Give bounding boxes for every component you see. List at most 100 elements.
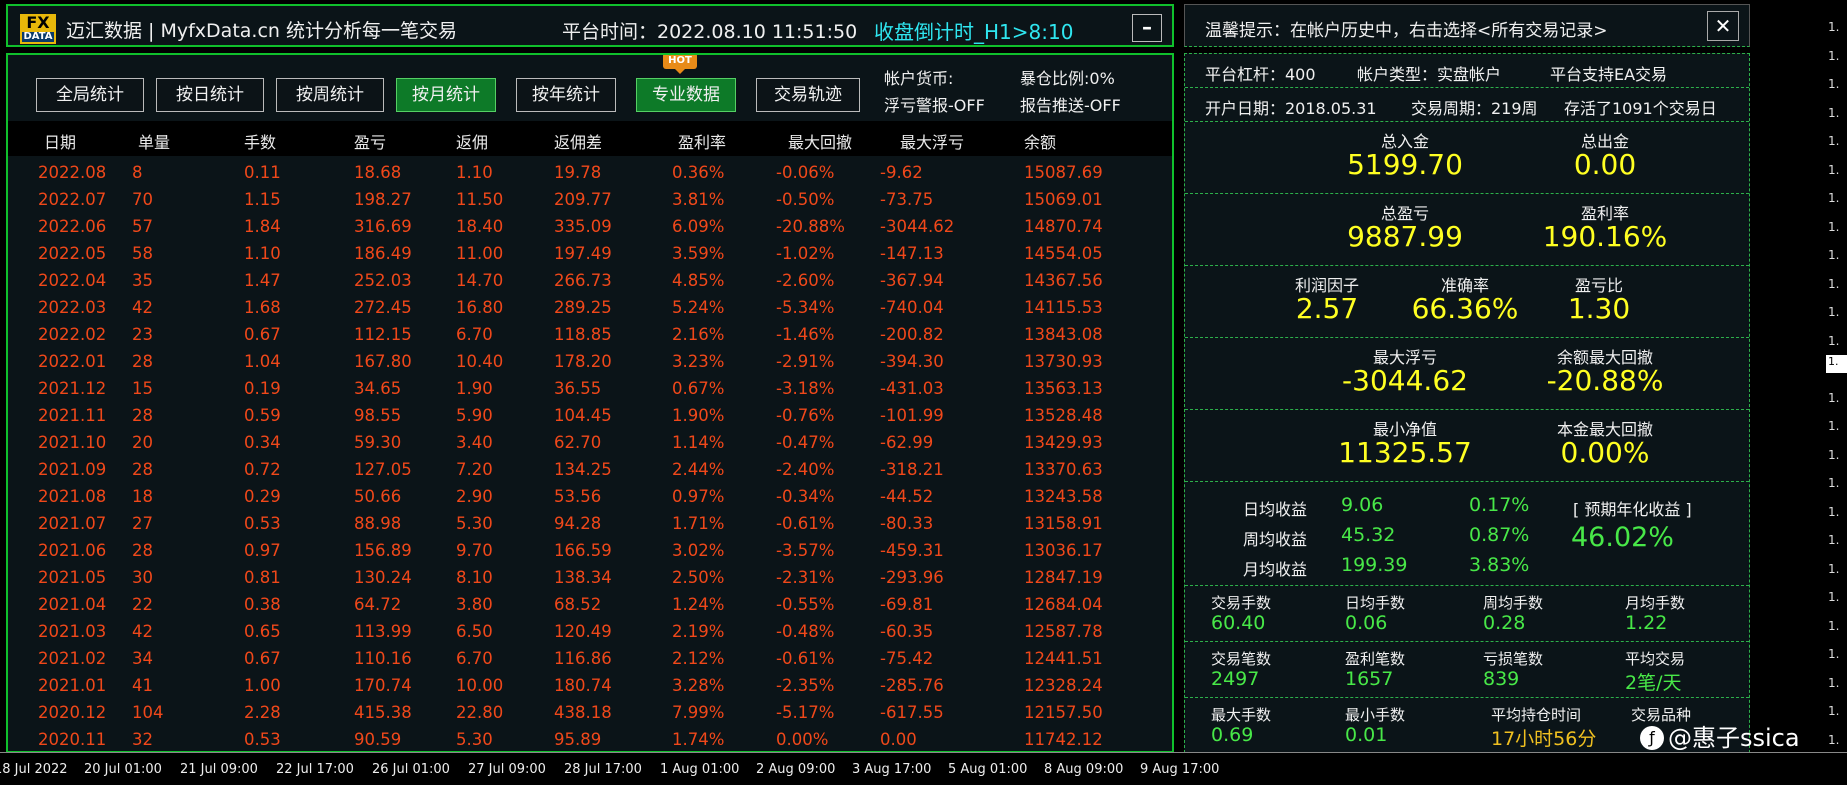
table-row[interactable]: 2022.01 28 1.04 167.80 10.40 178.20 3.23% -2.91… [8, 348, 1172, 375]
tab-pro-data[interactable]: 专业数据 [636, 78, 736, 112]
price-tick-label: 1. [1828, 191, 1840, 205]
table-row[interactable]: 2021.09 28 0.72 127.05 7.20 134.25 2.44% -2.40%… [8, 456, 1172, 483]
table-row[interactable]: 2022.03 42 1.68 272.45 16.80 289.25 5.24% -5.34… [8, 294, 1172, 321]
price-tick-label: 1. [1828, 105, 1840, 120]
time-axis[interactable]: 18 Jul 2022 20 Jul 01:00 21 Jul 09:00 22 Ju… [0, 752, 1847, 785]
cell-orders: 28 [132, 460, 153, 479]
report-push-toggle[interactable]: 报告推送-OFF [1020, 92, 1121, 116]
close-button[interactable]: ✕ [1707, 11, 1739, 41]
avg-hold-value: 17小时56分 [1491, 728, 1597, 750]
cell-max-drawdown: -0.47% [776, 433, 835, 452]
table-row[interactable]: 2021.01 41 1.00 170.74 10.00 180.74 3.28% -2.35… [8, 672, 1172, 699]
table-row[interactable]: 2021.05 30 0.81 130.24 8.10 138.34 2.50% -2.31%… [8, 564, 1172, 591]
cell-rebate-diff: 134.25 [554, 460, 612, 479]
cell-balance: 13158.91 [1024, 514, 1103, 533]
cell-rebate: 7.20 [456, 460, 493, 479]
hot-badge: HOT [663, 55, 697, 74]
cell-profit-rate: 2.50% [672, 568, 725, 587]
cell-rebate: 6.70 [456, 649, 493, 668]
drawdown-alert-toggle[interactable]: 浮亏警报-OFF [884, 92, 985, 116]
cell-max-drawdown: -2.40% [776, 460, 835, 479]
cell-profit-rate: 3.81% [672, 190, 725, 209]
time-axis-label: 9 Aug 17:00 [1140, 762, 1220, 777]
cell-rebate-diff: 180.74 [554, 676, 612, 695]
price-scale[interactable]: 1. 1. 1. 1. 1. 1. 1. 1. 1. 1. 1. 1. 1. 1. 1. 1. 1. 1. 1. 1.… [1826, 0, 1847, 760]
table-row[interactable]: 2021.11 28 0.59 98.55 5.90 104.45 1.90% -0.76% -… [8, 402, 1172, 429]
table-row[interactable]: 2021.06 28 0.97 156.89 9.70 166.59 3.02% -3.57%… [8, 537, 1172, 564]
cell-profit-rate: 2.12% [672, 649, 725, 668]
table-row[interactable]: 2021.07 27 0.53 88.98 5.30 94.28 1.71% -0.61% -8… [8, 510, 1172, 537]
table-row[interactable]: 2021.02 34 0.67 110.16 6.70 116.86 2.12% -0.61%… [8, 645, 1172, 672]
cell-orders: 35 [132, 271, 153, 290]
cell-lots: 1.47 [244, 271, 281, 290]
cell-orders: 28 [132, 541, 153, 560]
cell-lots: 0.34 [244, 433, 281, 452]
tab-trade-trace[interactable]: 交易轨迹 [756, 78, 860, 112]
weekly-return-value: 45.32 [1341, 524, 1396, 546]
cell-rebate: 1.10 [456, 163, 493, 182]
social-logo-icon: ƒ [1640, 726, 1664, 750]
cell-max-float-loss: -318.21 [880, 460, 944, 479]
weekly-lots-label: 周均手数 [1483, 594, 1544, 612]
monthly-return-value: 199.39 [1341, 554, 1408, 576]
accuracy-value: 66.36% [1411, 292, 1519, 325]
cell-lots: 0.65 [244, 622, 281, 641]
cell-profit-rate: 0.97% [672, 487, 725, 506]
cell-lots: 1.04 [244, 352, 281, 371]
table-row[interactable]: 2022.06 57 1.84 316.69 18.40 335.09 6.09% -20.8… [8, 213, 1172, 240]
table-row[interactable]: 2021.03 42 0.65 113.99 6.50 120.49 2.19% -0.48%… [8, 618, 1172, 645]
cell-rebate-diff: 94.28 [554, 514, 602, 533]
cell-date: 2021.02 [38, 649, 107, 668]
table-row[interactable]: 2021.08 18 0.29 50.66 2.90 53.56 0.97% -0.34% -4… [8, 483, 1172, 510]
table-row[interactable]: 2020.11 32 0.53 90.59 5.30 95.89 1.74% 0.00% 0.0… [8, 726, 1172, 751]
cell-max-float-loss: -69.81 [880, 595, 934, 614]
tab-daily[interactable]: 按日统计 [156, 78, 264, 112]
table-row[interactable]: 2022.04 35 1.47 252.03 14.70 266.73 4.85% -2.60… [8, 267, 1172, 294]
tab-weekly[interactable]: 按周统计 [276, 78, 384, 112]
cell-lots: 1.00 [244, 676, 281, 695]
cell-orders: 104 [132, 703, 164, 722]
time-axis-label: 22 Jul 17:00 [276, 762, 354, 777]
price-tick-label: 1. [1828, 333, 1840, 348]
avg-trades-label: 平均交易 [1625, 650, 1686, 668]
min-lot-label: 最小手数 [1345, 706, 1406, 724]
cell-date: 2022.02 [38, 325, 107, 344]
table-row[interactable]: 2021.04 22 0.38 64.72 3.80 68.52 1.24% -0.55% -6… [8, 591, 1172, 618]
weekly-return-label: 周均收益 [1243, 530, 1308, 549]
daily-lots-label: 日均手数 [1345, 594, 1406, 612]
cell-lots: 1.68 [244, 298, 281, 317]
max-lot-value: 0.69 [1211, 724, 1254, 746]
tab-yearly[interactable]: 按年统计 [516, 78, 616, 112]
tab-monthly[interactable]: 按月统计 [396, 78, 496, 112]
cell-pnl: 18.68 [354, 163, 402, 182]
cell-lots: 0.67 [244, 649, 281, 668]
cell-rebate-diff: 68.52 [554, 595, 602, 614]
cell-max-float-loss: -3044.62 [880, 217, 955, 236]
cell-balance: 15069.01 [1024, 190, 1103, 209]
cell-date: 2022.07 [38, 190, 107, 209]
tip-text: 温馨提示：在帐户历史中，右击选择<所有交易记录> [1205, 21, 1608, 41]
lots-section: 交易手数 60.40 日均手数 0.06 周均手数 0.28 月均手数 1.22 [1185, 586, 1749, 642]
table-row[interactable]: 2022.05 58 1.10 186.49 11.00 197.49 3.59% -1.02… [8, 240, 1172, 267]
table-row[interactable]: 2020.12 104 2.28 415.38 22.80 438.18 7.99% -5.1… [8, 699, 1172, 726]
price-tick-label: 1. [1828, 732, 1840, 747]
table-row[interactable]: 2021.10 20 0.34 59.30 3.40 62.70 1.14% -0.47% -6… [8, 429, 1172, 456]
tab-bar: 全局统计 按日统计 按周统计 按月统计 按年统计 专业数据 HOT 交易轨迹 帐… [8, 55, 1172, 121]
cell-date: 2021.10 [38, 433, 107, 452]
cell-date: 2022.06 [38, 217, 107, 236]
table-row[interactable]: 2021.12 15 0.19 34.65 1.90 36.55 0.67% -3.18% -4… [8, 375, 1172, 402]
price-tick-label: 1. [1828, 675, 1840, 690]
cell-profit-rate: 2.19% [672, 622, 725, 641]
cell-profit-rate: 3.23% [672, 352, 725, 371]
table-row[interactable]: 2022.02 23 0.67 112.15 6.70 118.85 2.16% -1.46%… [8, 321, 1172, 348]
time-axis-label: 18 Jul 2022 [0, 762, 68, 777]
minimize-button[interactable]: – [1132, 14, 1162, 42]
table-row[interactable]: 2022.08 8 0.11 18.68 1.10 19.78 0.36% -0.06% -9.… [8, 159, 1172, 186]
cell-max-float-loss: -44.52 [880, 487, 934, 506]
price-tick-label: 1. [1828, 419, 1840, 433]
table-row[interactable]: 2022.07 70 1.15 198.27 11.50 209.77 3.81% -0.50… [8, 186, 1172, 213]
cell-profit-rate: 3.59% [672, 244, 725, 263]
withdraw-value: 0.00 [1573, 148, 1637, 181]
cell-lots: 0.97 [244, 541, 281, 560]
tab-overall[interactable]: 全局统计 [36, 78, 144, 112]
